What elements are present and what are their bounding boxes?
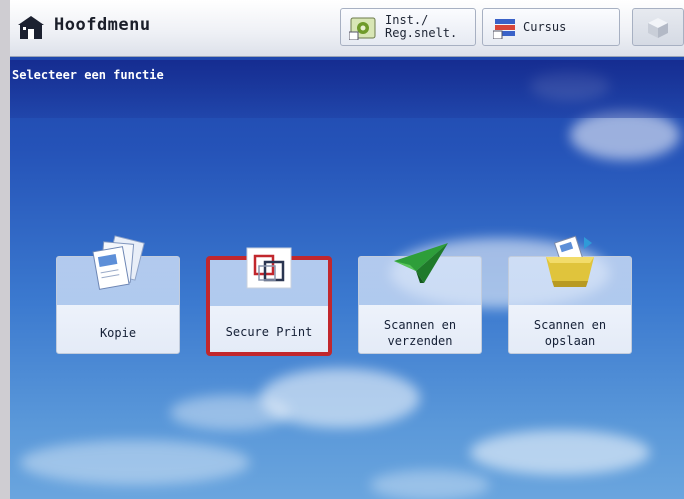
- copy-function-label: Kopie: [99, 326, 137, 340]
- copy-icon: [92, 235, 145, 290]
- instruction-text: Selecteer een functie: [12, 68, 164, 82]
- scan-send-function-label: Scannen en verzenden: [383, 318, 457, 348]
- scan-store-function-button[interactable]: Scannen en opslaan: [508, 235, 632, 354]
- secure-print-function-button[interactable]: Secure Print: [206, 247, 332, 356]
- scan-send-function-button[interactable]: Scannen en verzenden: [358, 243, 482, 354]
- touch-screen: Hoofdmenu Inst./ Reg.snelt. Cursus Selec…: [10, 0, 684, 499]
- top-bar: Hoofdmenu Inst./ Reg.snelt. Cursus: [10, 0, 684, 57]
- document-box-icon: [546, 235, 594, 287]
- secure-print-icon: [246, 247, 292, 289]
- settings-registration-label: Inst./ Reg.snelt.: [385, 13, 458, 40]
- tutorial-icon: [493, 19, 515, 39]
- settings-registration-button[interactable]: Inst./ Reg.snelt.: [340, 8, 476, 46]
- paper-plane-icon: [394, 243, 448, 283]
- copy-function-button[interactable]: Kopie: [56, 235, 180, 354]
- scan-store-function-label: Scannen en opslaan: [533, 318, 607, 348]
- secure-print-function-label: Secure Print: [225, 325, 313, 339]
- page-title: Hoofdmenu: [54, 15, 151, 35]
- cursus-button[interactable]: Cursus: [482, 8, 620, 46]
- home-icon[interactable]: [18, 16, 44, 40]
- background-cloud: [170, 395, 290, 430]
- cube-icon: [648, 18, 668, 38]
- background-cloud: [370, 470, 490, 499]
- instruction-bar: Selecteer een functie: [10, 60, 684, 118]
- settings-icon: [349, 17, 376, 40]
- cursus-label: Cursus: [523, 20, 567, 34]
- cube-button[interactable]: [632, 8, 684, 46]
- background-cloud: [20, 440, 250, 485]
- background-cloud: [470, 430, 650, 475]
